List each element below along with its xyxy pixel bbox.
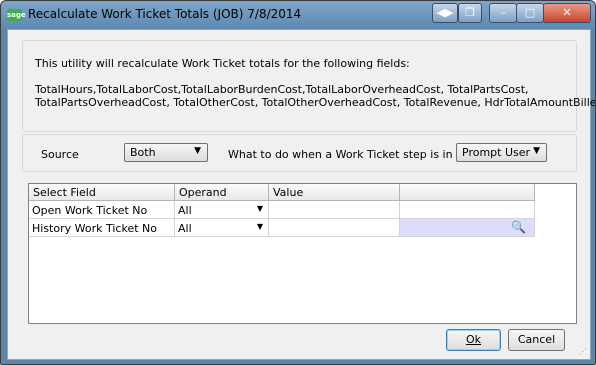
restore-icon-button[interactable]: ❐ [458,3,482,23]
chevron-down-icon: ▼ [194,146,201,156]
ok-button[interactable]: Ok [446,329,501,351]
row2-select-field[interactable]: History Work Ticket No [29,219,175,237]
row2-operand-value: All [178,222,192,235]
row1-select-field[interactable]: Open Work Ticket No [29,201,175,219]
dialog-window: sage Recalculate Work Ticket Totals (JOB… [0,0,596,365]
in-use-value: Prompt User [462,146,531,159]
intro-text: This utility will recalculate Work Ticke… [35,57,410,70]
source-label: Source [41,148,79,161]
dialog-body: This utility will recalculate Work Ticke… [7,29,595,360]
window-title: Recalculate Work Ticket Totals (JOB) 7/8… [28,7,302,21]
header-operand[interactable]: Operand [175,184,269,201]
cancel-button[interactable]: Cancel [508,329,565,351]
info-panel: This utility will recalculate Work Ticke… [22,40,595,132]
header-select-field[interactable]: Select Field [29,184,175,201]
magnifier-lookup-icon[interactable]: 🔍 [511,220,526,234]
source-value: Both [130,146,156,159]
row1-operand[interactable]: All ▼ [175,201,269,219]
row2-operand[interactable]: All ▼ [175,219,269,237]
options-panel: Source Both ▼ What to do when a Work Tic… [22,134,577,172]
minimize-button[interactable]: – [489,3,517,23]
row1-extra [400,201,535,219]
sage-app-icon: sage [7,9,26,21]
maximize-button[interactable]: □ [516,3,544,23]
row1-value[interactable] [269,201,400,219]
nav-arrows-button[interactable]: ◀▶ [432,3,458,23]
resize-grip-icon[interactable]: ⋰ [579,347,587,356]
header-extra [400,184,535,201]
source-select[interactable]: Both ▼ [124,143,208,162]
row2-lookup-cell[interactable]: 🔍 [400,219,535,237]
selection-grid: Select Field Operand Value Open Work Tic… [28,183,577,324]
close-button[interactable]: ✕ [543,3,591,23]
row1-operand-value: All [178,204,192,217]
chevron-down-icon[interactable]: ▼ [253,202,267,216]
fields-text-line1: TotalHours,TotalLaborCost,TotalLaborBurd… [35,83,529,96]
fields-text-line2: TotalPartsOverheadCost, TotalOtherCost, … [35,96,596,109]
title-bar[interactable]: sage Recalculate Work Ticket Totals (JOB… [1,1,595,29]
chevron-down-icon: ▼ [533,146,540,156]
in-use-label: What to do when a Work Ticket step is in… [228,148,476,161]
header-value[interactable]: Value [269,184,400,201]
in-use-select[interactable]: Prompt User ▼ [456,143,547,162]
row2-value[interactable] [269,219,400,237]
chevron-down-icon[interactable]: ▼ [253,220,267,234]
